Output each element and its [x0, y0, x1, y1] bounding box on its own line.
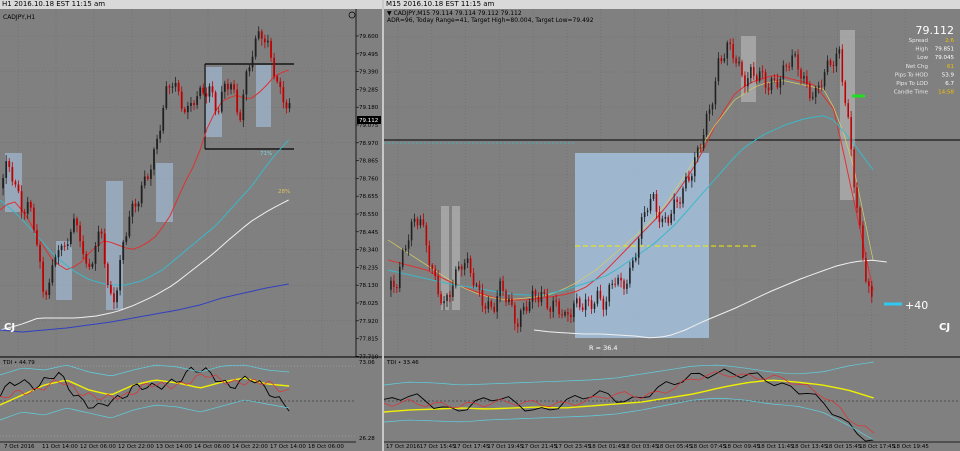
m15-time-label: 18 Oct 13:45 [792, 444, 828, 450]
h1-price-label: 78.340 [359, 248, 379, 254]
h1-zone [156, 163, 173, 222]
m15-panel-row-label: High [915, 47, 928, 53]
m15-logo: CJ [939, 322, 950, 333]
m15-time-label: 18 Oct 05:45 [656, 444, 692, 450]
m15-panel-row-value: 6.7 [945, 81, 954, 87]
h1-price-label: 78.130 [359, 283, 379, 289]
m15-panel-price: 79.112 [916, 24, 955, 37]
m15-time-label: 18 Oct 17:45 [859, 444, 895, 450]
h1-ind-scale: 73.06 [359, 360, 375, 366]
m15-time-label: 18 Oct 11:45 [758, 444, 794, 450]
m15-time-label: 18 Oct 09:45 [724, 444, 760, 450]
m15-range-label: R = 36.4 [589, 344, 618, 352]
m15-panel-row-label: Net Chg [906, 64, 928, 70]
h1-zone-label: 28% [278, 189, 290, 195]
m15-panel-row-value: 53.9 [942, 72, 955, 78]
m15-pips-label: +40 [905, 299, 928, 312]
m15-time-label: 18 Oct 01:45 [589, 444, 625, 450]
h1-time-label: 18 Oct 06:00 [308, 444, 344, 450]
m15-panel-row-label: Spread [909, 38, 928, 44]
m15-time-label: 17 Oct 17:45 [454, 444, 490, 450]
h1-time-label: 7 Oct 2016 [4, 444, 35, 450]
h1-chart-window[interactable]: H1 2016.10.18 EST 11:15 am 71% 28% 79.60… [0, 0, 382, 451]
m15-time-label: 17 Oct 21:45 [521, 444, 557, 450]
m15-time-label: 18 Oct 15:45 [825, 444, 861, 450]
h1-time-label: 14 Oct 22:00 [232, 444, 268, 450]
m15-time-label: 17 Oct 23:45 [555, 444, 591, 450]
h1-price-label: 78.445 [359, 230, 379, 236]
h1-zone [5, 153, 22, 212]
h1-time-label: 13 Oct 14:00 [156, 444, 192, 450]
m15-time-label: 18 Oct 07:45 [690, 444, 726, 450]
h1-time-label: 17 Oct 14:00 [270, 444, 306, 450]
h1-price-label: 78.865 [359, 159, 379, 165]
m15-panel-row-value: 14:58 [938, 90, 954, 96]
m15-chart-window[interactable]: M15 2016.10.18 EST 11:15 am +40 R = 36.4… [384, 0, 960, 451]
m15-time-label: 18 Oct 19:45 [893, 444, 929, 450]
m15-symbol-line: ▼ CADJPY,M15 79.114 79.114 79.112 79.112 [387, 10, 522, 17]
m15-time-label: 17 Oct 19:45 [487, 444, 523, 450]
m15-panel-row-label: Pips To LOD [896, 81, 928, 87]
h1-price-label: 77.815 [359, 337, 379, 343]
h1-price-label: 78.655 [359, 194, 379, 200]
h1-zone [256, 65, 271, 127]
m15-panel-row-label: Pips To HOD [895, 72, 928, 78]
h1-time-label: 12 Oct 06:00 [80, 444, 116, 450]
m15-info-line: ADR=96, Today Range=41, Target High=80.0… [387, 17, 594, 24]
m15-indicator-label: TDI • 33.46 [386, 360, 419, 366]
h1-ind-scale: 26.28 [359, 436, 375, 442]
m15-panel-row-value: 79.045 [935, 55, 955, 61]
h1-price-label: 79.495 [359, 52, 379, 58]
h1-current-price: 79.112 [359, 118, 378, 124]
h1-time-label: 14 Oct 06:00 [194, 444, 230, 450]
h1-price-label: 79.390 [359, 70, 379, 76]
h1-price-label: 78.760 [359, 176, 379, 182]
h1-chart-svg[interactable]: 71% 28% 79.600 79.495 79.390 79.285 79.180 79… [0, 0, 382, 451]
m15-time-label: 18 Oct 03:45 [623, 444, 659, 450]
m15-time-label: 17 Oct 2016 [386, 444, 421, 450]
m15-panel-row-value: 61 [947, 64, 954, 70]
m15-panel-row-label: Candle Time [894, 90, 929, 96]
h1-logo: CJ [4, 322, 15, 333]
h1-time-label: 12 Oct 22:00 [118, 444, 154, 450]
m15-time-label: 17 Oct 15:45 [420, 444, 456, 450]
h1-price-label: 79.180 [359, 105, 379, 111]
h1-price-label: 77.920 [359, 319, 379, 325]
h1-price-label: 79.285 [359, 87, 379, 93]
h1-zone-label: 71% [260, 151, 272, 157]
h1-price-label: 78.550 [359, 212, 379, 218]
h1-time-label: 11 Oct 14:00 [42, 444, 78, 450]
h1-indicator-label: TDI • 44.79 [2, 360, 35, 366]
m15-panel-row-value: 2.6 [945, 38, 954, 44]
h1-price-label: 78.235 [359, 265, 379, 271]
h1-price-label: 78.025 [359, 301, 379, 307]
h1-symbol: CADJPY,H1 [3, 14, 35, 21]
h1-price-label: 79.600 [359, 34, 379, 40]
m15-panel-row-label: Low [917, 55, 928, 61]
h1-price-label: 78.970 [359, 141, 379, 147]
m15-panel-row-value: 79.851 [935, 47, 954, 53]
m15-chart-svg[interactable]: +40 R = 36.4 CJ ▼ CADJPY,M15 79.114 79.1… [384, 0, 960, 451]
